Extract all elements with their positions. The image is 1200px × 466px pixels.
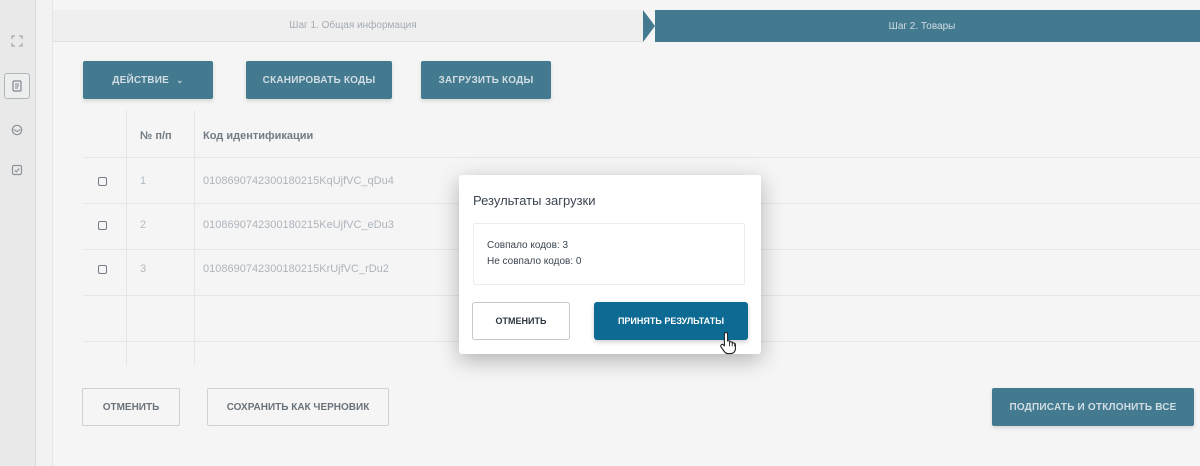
accept-results-label: ПРИНЯТЬ РЕЗУЛЬТАТЫ bbox=[617, 316, 725, 326]
upload-results-dialog: Результаты загрузки Совпало кодов: 3 Не … bbox=[459, 175, 761, 354]
dialog-title: Результаты загрузки bbox=[473, 193, 596, 208]
matched-count: Совпало кодов: 3 bbox=[487, 240, 569, 251]
hand-cursor-icon bbox=[720, 331, 736, 355]
dialog-cancel-button[interactable]: ОТМЕНИТЬ bbox=[472, 302, 570, 340]
dialog-cancel-label: ОТМЕНИТЬ bbox=[495, 316, 547, 326]
results-box: Совпало кодов: 3 Не совпало кодов: 0 bbox=[473, 223, 745, 285]
unmatched-count: Не совпало кодов: 0 bbox=[487, 256, 582, 267]
